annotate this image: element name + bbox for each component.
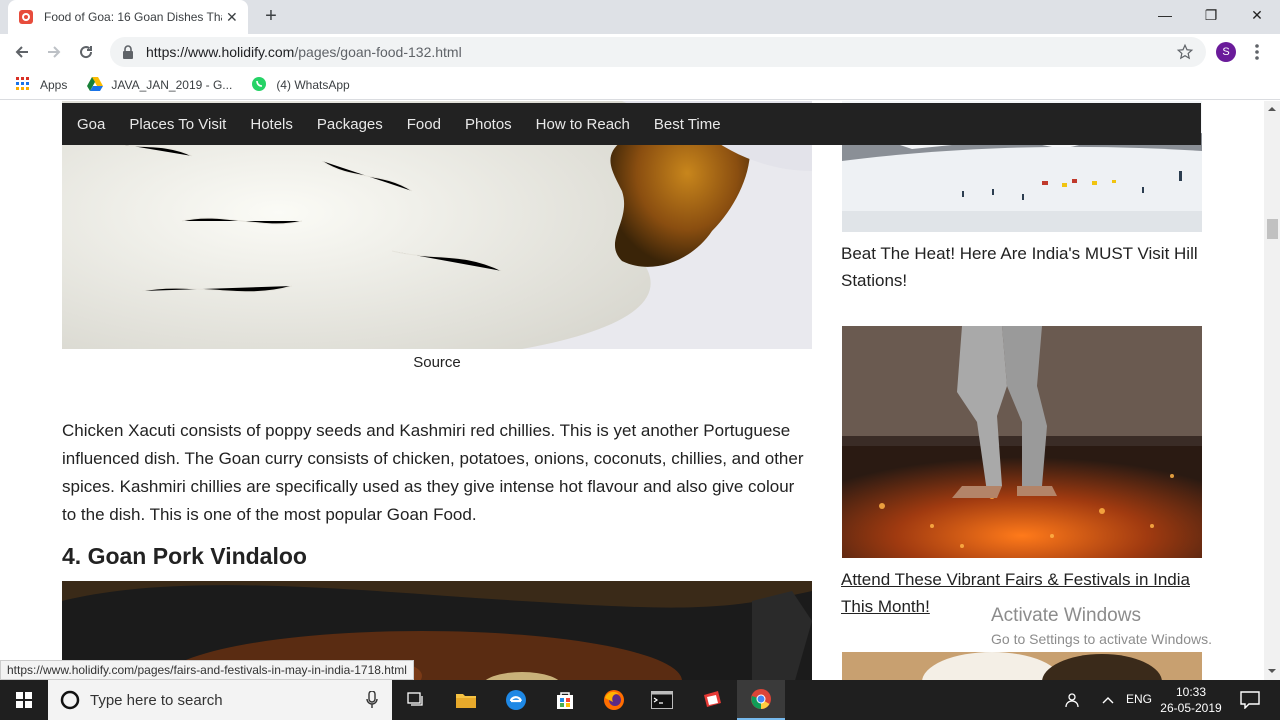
folder-icon (456, 694, 476, 708)
forward-arrow-icon (48, 46, 61, 58)
nav-photos[interactable]: Photos (453, 116, 524, 133)
image-caption-source[interactable]: Source (62, 354, 812, 371)
windows-logo-icon (16, 692, 32, 708)
bookmark-star-icon[interactable] (1176, 43, 1194, 61)
scroll-up-icon[interactable] (1268, 105, 1276, 113)
bookmark-label: Apps (40, 77, 68, 92)
browser-toolbar: https://www.holidify.com/pages/goan-food… (0, 34, 1280, 70)
profile-avatar[interactable]: S (1216, 42, 1236, 62)
bookmarks-bar: Apps JAVA_JAN_2019 - G... (4) WhatsApp (0, 70, 1280, 100)
reload-button[interactable] (73, 39, 99, 65)
scrollbar-thumb[interactable] (1267, 219, 1278, 239)
article-paragraph: Chicken Xacuti consists of poppy seeds a… (62, 421, 804, 524)
tab-title: Food of Goa: 16 Goan Dishes Tha (44, 10, 222, 24)
nav-hotels[interactable]: Hotels (238, 116, 305, 133)
reload-icon (80, 46, 93, 59)
whatsapp-icon (252, 76, 268, 93)
minimize-button[interactable]: — (1142, 0, 1188, 30)
start-button[interactable] (0, 680, 48, 720)
close-window-button[interactable]: ✕ (1234, 0, 1280, 30)
url-host: https://www.holidify.com (146, 44, 295, 60)
nav-places-to-visit[interactable]: Places To Visit (117, 116, 238, 133)
task-view-button[interactable] (392, 680, 440, 720)
notifications-icon[interactable] (1240, 691, 1260, 709)
google-drive-icon (87, 76, 104, 93)
nav-best-time[interactable]: Best Time (642, 116, 733, 133)
clock-time: 10:33 (1175, 685, 1207, 699)
search-placeholder: Type here to search (90, 691, 223, 709)
fairs-festivals-image[interactable] (842, 326, 1202, 558)
tray-chevron-up-icon[interactable] (1102, 695, 1114, 705)
holidify-favicon-icon (19, 10, 33, 24)
web-page: Goa Places To Visit Hotels Packages Food… (0, 101, 1264, 680)
store-button[interactable] (541, 680, 589, 720)
section-heading: 4. Goan Pork Vindaloo (62, 543, 307, 569)
hill-stations-link[interactable]: Beat The Heat! Here Are India's MUST Vis… (841, 240, 1201, 294)
nav-food[interactable]: Food (395, 116, 453, 133)
cortana-circle-icon (60, 690, 80, 710)
lock-icon (123, 45, 133, 59)
system-clock[interactable]: 10:33 26-05-2019 (1160, 684, 1222, 716)
address-bar[interactable]: https://www.holidify.com/pages/goan-food… (110, 37, 1206, 67)
url-path: /pages/goan-food-132.html (294, 44, 462, 60)
microphone-icon[interactable] (366, 691, 378, 709)
edge-browser-icon (506, 690, 526, 710)
chrome-button[interactable] (737, 680, 785, 720)
forward-button[interactable] (41, 39, 67, 65)
store-bag-icon (557, 692, 573, 709)
bookmark-apps[interactable]: Apps (16, 76, 68, 93)
command-prompt-icon (651, 691, 673, 709)
browser-tab[interactable]: Food of Goa: 16 Goan Dishes Tha ✕ (8, 0, 248, 34)
bookmark-java-jan[interactable]: JAVA_JAN_2019 - G... (87, 76, 233, 93)
language-indicator[interactable]: ENG (1126, 692, 1152, 706)
apps-grid-icon (16, 76, 32, 93)
nav-packages[interactable]: Packages (305, 116, 395, 133)
windows-taskbar: Type here to search ENG 10:33 26-05-2019 (0, 680, 1280, 720)
nav-goa[interactable]: Goa (65, 116, 117, 133)
firefox-icon (604, 690, 624, 710)
edge-button[interactable] (492, 680, 540, 720)
url-text: https://www.holidify.com/pages/goan-food… (146, 44, 462, 60)
site-navigation: Goa Places To Visit Hotels Packages Food… (62, 103, 1201, 145)
snipping-tool-icon (704, 691, 721, 707)
taskbar-search-box[interactable]: Type here to search (48, 680, 392, 720)
people-icon[interactable] (1064, 692, 1082, 708)
back-button[interactable] (9, 39, 35, 65)
tab-close-icon[interactable]: ✕ (226, 9, 238, 26)
fairs-festivals-link[interactable]: Attend These Vibrant Fairs & Festivals i… (841, 566, 1201, 620)
firefox-button[interactable] (590, 680, 638, 720)
kebab-menu-icon[interactable] (1252, 42, 1262, 62)
bookmark-label: JAVA_JAN_2019 - G... (111, 77, 233, 92)
back-arrow-icon (15, 46, 28, 58)
clock-date: 26-05-2019 (1160, 701, 1222, 715)
new-tab-button[interactable]: + (260, 5, 282, 27)
status-bar-url: https://www.holidify.com/pages/fairs-and… (0, 660, 414, 680)
ppt-tool-button[interactable] (688, 680, 736, 720)
page-scrollbar[interactable] (1264, 101, 1280, 680)
chrome-icon (751, 689, 771, 709)
bookmark-whatsapp[interactable]: (4) WhatsApp (252, 76, 350, 93)
file-explorer-button[interactable] (442, 680, 490, 720)
scroll-down-icon[interactable] (1268, 667, 1276, 675)
terminal-button[interactable] (638, 680, 686, 720)
watermark-subtitle: Go to Settings to activate Windows. (991, 631, 1212, 647)
sidebar-next-image[interactable] (842, 652, 1202, 680)
nav-how-to-reach[interactable]: How to Reach (524, 116, 642, 133)
bookmark-label: (4) WhatsApp (276, 77, 350, 92)
restore-button[interactable]: ❐ (1188, 0, 1234, 30)
task-view-icon (407, 692, 423, 706)
tab-strip: Food of Goa: 16 Goan Dishes Tha ✕ + — ❐ … (0, 0, 1280, 34)
